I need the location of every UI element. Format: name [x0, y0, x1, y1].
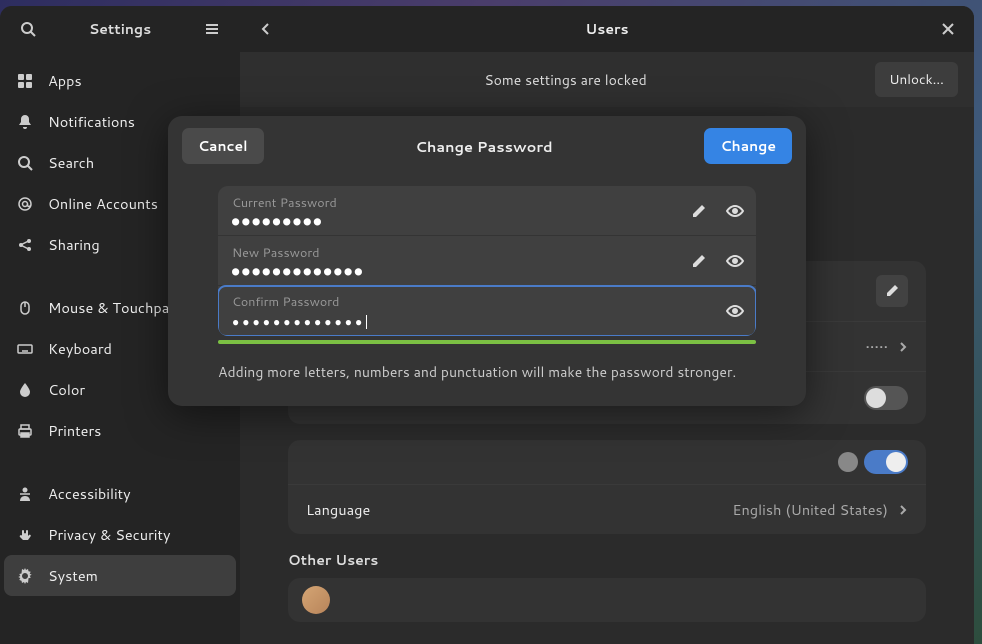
strength-bar-container	[218, 340, 756, 344]
confirm-password-label: Confirm Password	[232, 293, 706, 311]
eye-icon	[726, 302, 744, 320]
pencil-icon	[691, 253, 707, 269]
text-cursor	[366, 315, 367, 329]
confirm-password-value: ●●●●●●●●●●●●●	[232, 313, 706, 330]
password-fields: Current Password ●●●●●●●●● New Password …	[218, 186, 756, 336]
edit-current-password[interactable]	[688, 200, 710, 222]
confirm-password-field[interactable]: Confirm Password ●●●●●●●●●●●●●	[218, 286, 756, 336]
dialog-title: Change Password	[264, 136, 705, 157]
password-hint: Adding more letters, numbers and punctua…	[218, 362, 756, 382]
pencil-icon	[691, 203, 707, 219]
current-password-value: ●●●●●●●●●	[232, 214, 706, 228]
eye-icon	[726, 252, 744, 270]
change-button[interactable]: Change	[704, 128, 792, 164]
show-current-password[interactable]	[724, 200, 746, 222]
show-confirm-password[interactable]	[724, 300, 746, 322]
new-password-label: New Password	[232, 244, 706, 262]
change-password-dialog: Cancel Change Password Change Current Pa…	[168, 116, 806, 406]
new-password-value: ●●●●●●●●●●●●●	[232, 264, 706, 278]
new-password-field[interactable]: New Password ●●●●●●●●●●●●●	[218, 236, 756, 286]
show-new-password[interactable]	[724, 250, 746, 272]
current-password-label: Current Password	[232, 194, 706, 212]
password-strength-bar	[218, 340, 756, 344]
eye-icon	[726, 202, 744, 220]
cancel-button[interactable]: Cancel	[182, 128, 264, 164]
edit-new-password[interactable]	[688, 250, 710, 272]
dialog-header: Cancel Change Password Change	[168, 116, 806, 176]
current-password-field[interactable]: Current Password ●●●●●●●●●	[218, 186, 756, 236]
dialog-body: Current Password ●●●●●●●●● New Password …	[168, 176, 806, 382]
